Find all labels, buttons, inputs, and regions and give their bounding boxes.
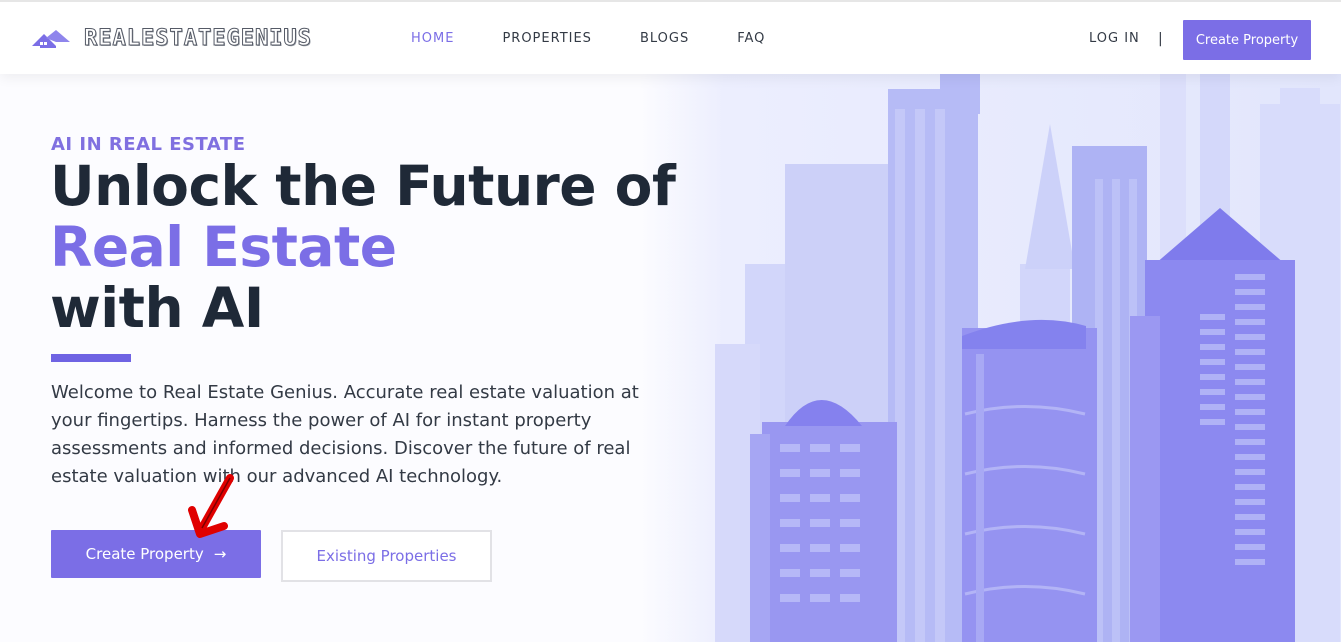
city-skyline-illustration <box>640 74 1341 642</box>
login-link[interactable]: LOG IN <box>1089 31 1140 46</box>
hero-title-line1: Unlock the Future of <box>50 154 676 218</box>
nav-links: HOME PROPERTIES BLOGS FAQ <box>411 31 813 46</box>
existing-properties-button[interactable]: Existing Properties <box>281 530 492 582</box>
hero-title-accent: Real Estate <box>50 215 397 279</box>
title-underline <box>51 354 131 362</box>
nav-home[interactable]: HOME <box>411 31 454 46</box>
hero-title: Unlock the Future of Real Estate with AI <box>50 156 690 339</box>
arrow-right-icon: → <box>213 545 227 563</box>
navbar: REALESTATEGENIUS HOME PROPERTIES BLOGS F… <box>0 0 1341 74</box>
create-property-label: Create Property <box>85 545 204 563</box>
brand-name: REALESTATEGENIUS <box>84 26 312 52</box>
nav-blogs[interactable]: BLOGS <box>640 31 689 46</box>
nav-separator: | <box>1158 31 1163 47</box>
hero-eyebrow: AI IN REAL ESTATE <box>51 134 246 155</box>
nav-faq[interactable]: FAQ <box>737 31 765 46</box>
house-logo-icon <box>32 29 70 48</box>
red-annotation-arrow-icon <box>188 474 234 538</box>
hero-title-line3: with AI <box>50 276 264 340</box>
nav-create-property-button[interactable]: Create Property <box>1183 20 1311 60</box>
hero-description: Welcome to Real Estate Genius. Accurate … <box>51 382 639 487</box>
nav-properties[interactable]: PROPERTIES <box>502 31 592 46</box>
brand-logo[interactable]: REALESTATEGENIUS <box>32 26 312 52</box>
